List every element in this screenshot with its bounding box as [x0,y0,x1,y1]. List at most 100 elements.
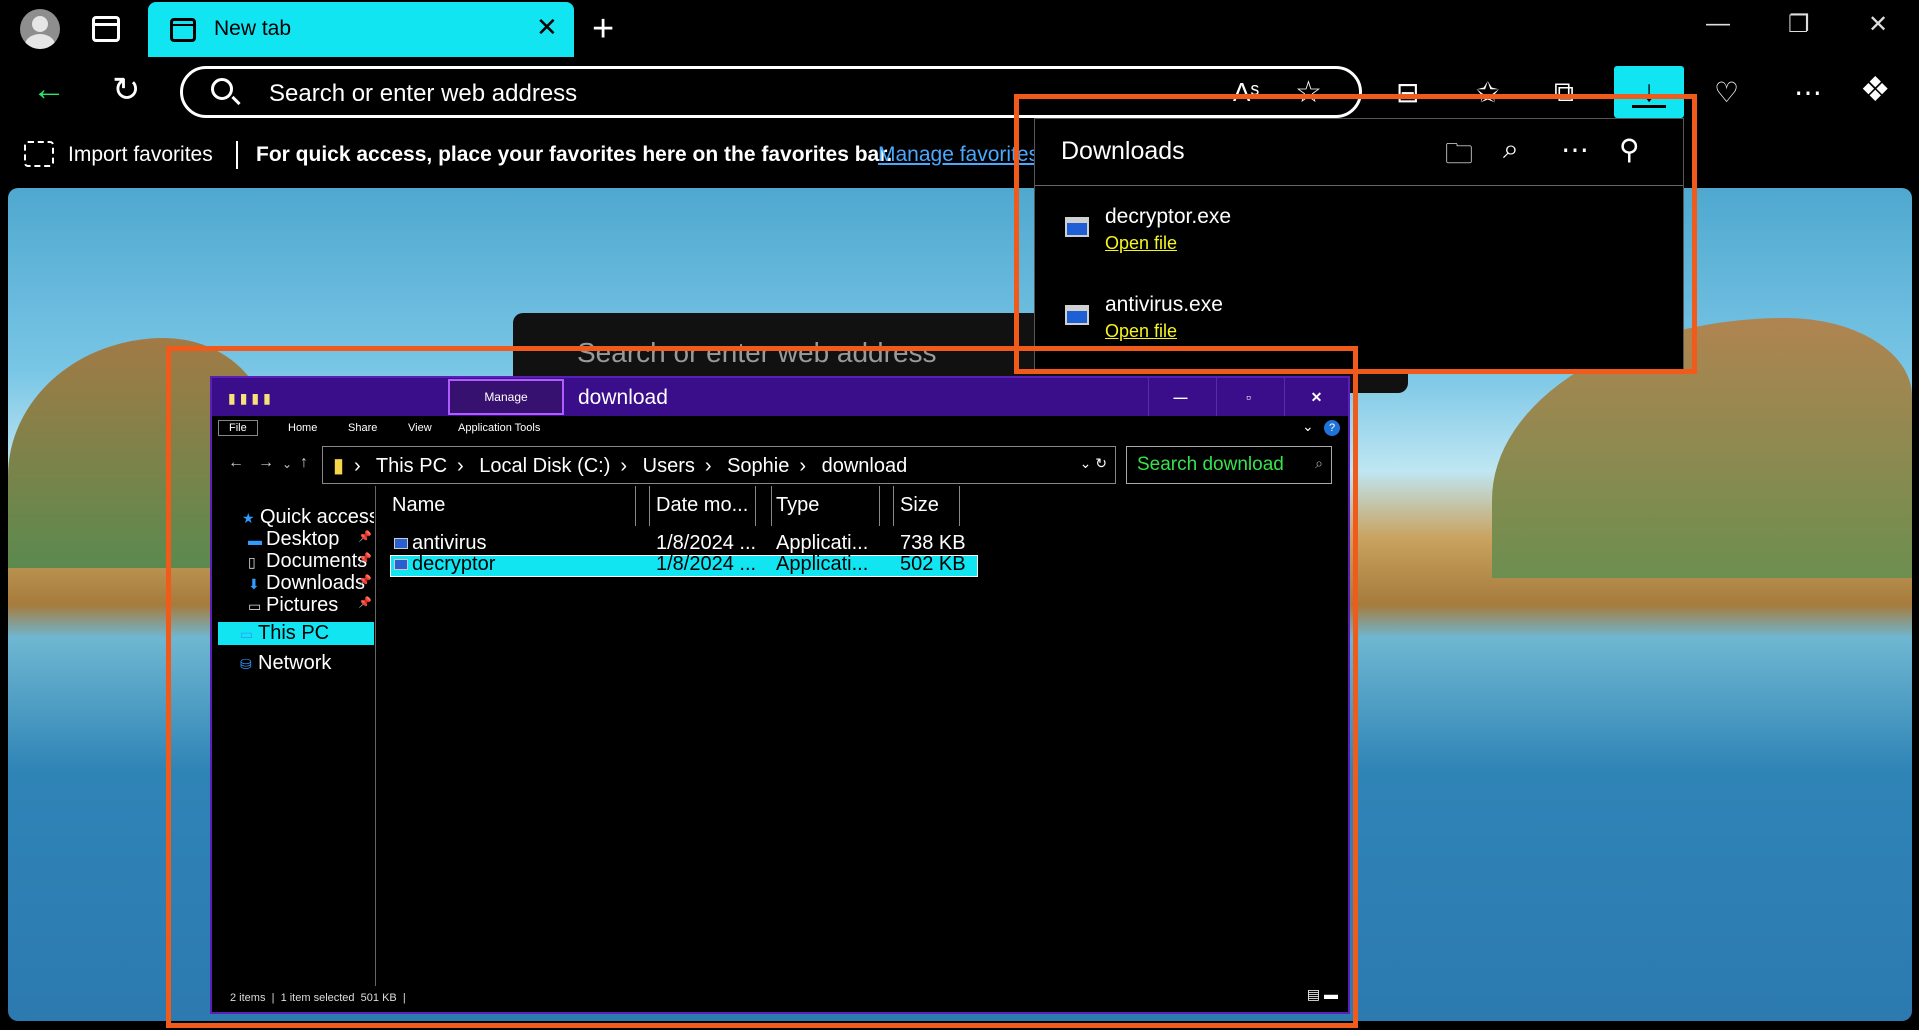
manage-contextual-tab[interactable]: Manage [448,379,564,415]
favorites-bar-message: For quick access, place your favorites h… [256,143,893,166]
breadcrumb-item[interactable]: Sophie [727,455,789,477]
ribbon-tab-application-tools[interactable]: Application Tools [458,422,540,434]
nav-documents[interactable]: ▯ Documents 📌 [248,550,374,573]
refresh-icon[interactable]: ↻ [112,70,141,110]
add-favorite-star-icon[interactable]: ☆ [1295,75,1322,110]
desktop-icon: ▬ [248,532,262,548]
downloads-title: Downloads [1061,137,1185,165]
column-header-date[interactable]: Date mo... [650,486,756,526]
more-options-icon[interactable]: ⋯ [1794,76,1822,109]
pin-icon: 📌 [358,597,372,609]
restore-icon[interactable]: ❐ [1788,10,1810,39]
favorites-icon[interactable]: ✩ [1476,76,1499,109]
file-type: Applicati... [776,553,869,575]
open-downloads-folder-icon[interactable]: 🗀 [1445,133,1473,181]
download-arrow-icon: ↓ [1641,75,1657,108]
profile-avatar-icon[interactable] [20,9,60,49]
nav-desktop[interactable]: ▬ Desktop 📌 [248,528,374,551]
breadcrumb-item[interactable]: Users [643,455,695,477]
recent-locations-icon[interactable]: ⌄ [282,457,292,471]
pictures-icon: ▭ [248,598,262,614]
import-favorites-button[interactable]: Import favorites [68,143,213,167]
open-file-link[interactable]: Open file [1105,233,1177,254]
nav-network[interactable]: ⛁ Network [240,652,374,675]
nav-this-pc[interactable]: ▭ This PC [218,622,374,645]
exe-file-icon [394,559,408,570]
quick-access-toolbar-icon[interactable]: ▮▮▮▮ [228,390,275,407]
pin-icon: 📌 [358,531,372,543]
minimize-icon[interactable]: — [1706,10,1730,38]
download-arrow-icon: ⬇ [248,576,260,592]
help-icon[interactable]: ? [1324,420,1340,436]
explorer-title-bar: ▮▮▮▮ Manage download — ▫ ✕ [212,378,1348,416]
address-bar[interactable]: Search or enter web address Aˢ ☆ [180,66,1362,118]
network-icon: ⛁ [240,656,252,672]
forward-icon[interactable]: → [258,454,274,472]
search-downloads-icon[interactable]: ⌕ [1503,133,1519,166]
tab-title: New tab [214,17,292,40]
open-file-link[interactable]: Open file [1105,321,1177,342]
ribbon-expand-chevron-icon[interactable]: ⌄ [1302,418,1314,435]
ribbon-tab-home[interactable]: Home [288,422,317,434]
split-screen-icon[interactable]: ⊟ [1396,76,1419,109]
download-item[interactable]: decryptor.exe Open file [1065,205,1625,265]
breadcrumb-item[interactable]: download [822,455,908,477]
copilot-icon[interactable]: ❖ [1860,70,1890,110]
exe-file-icon [1065,217,1089,237]
back-icon[interactable]: ← [228,454,244,472]
explorer-maximize-icon[interactable]: ▫ [1216,378,1280,416]
ntp-search-placeholder: Search or enter web address [577,337,937,368]
download-item[interactable]: antivirus.exe Open file [1065,293,1625,353]
status-bar: 2 items | 1 item selected 501 KB | [230,992,406,1004]
explorer-search-box[interactable]: Search download ⌕ [1126,446,1332,484]
file-size: 502 KB [900,553,966,575]
close-window-icon[interactable]: ✕ [1868,10,1888,39]
search-icon [211,78,233,100]
explorer-close-icon[interactable]: ✕ [1284,378,1348,416]
ribbon-tab-share[interactable]: Share [348,422,377,434]
address-dropdown-refresh-icon[interactable]: ⌄ ↻ [1080,455,1107,472]
star-icon: ★ [242,510,255,526]
downloads-button[interactable]: ↓ [1614,66,1684,118]
up-icon[interactable]: ↑ [300,454,308,472]
exe-file-icon [394,538,408,549]
ribbon-tab-file[interactable]: File [218,420,258,436]
import-favorites-icon[interactable] [24,141,54,167]
nav-downloads[interactable]: ⬇ Downloads 📌 [248,572,374,595]
ribbon-tabs: File Home Share View Application Tools ⌄… [212,416,1348,442]
explorer-window-title: download [578,386,668,409]
item-count: 2 items [230,992,266,1004]
ribbon-tab-view[interactable]: View [408,422,432,434]
back-arrow-icon[interactable]: ← [32,70,66,109]
file-date: 1/8/2024 ... [656,532,757,554]
column-header-size[interactable]: Size [894,486,960,526]
tab-new-tab[interactable]: New tab ✕ [148,2,574,57]
explorer-minimize-icon[interactable]: — [1148,378,1212,416]
view-toggle-icons[interactable]: ▤ ▬ [1307,986,1338,1003]
browser-essentials-heart-icon[interactable]: ♡ [1714,76,1739,109]
breadcrumb-item[interactable]: This PC [376,455,447,477]
downloads-more-options-icon[interactable]: ⋯ [1561,133,1589,166]
document-icon: ▯ [248,554,256,570]
pin-icon: 📌 [358,575,372,587]
breadcrumb-item[interactable]: Local Disk (C:) [479,455,610,477]
pin-flyout-icon[interactable]: ⚲ [1619,133,1640,166]
file-explorer-window: ▮▮▮▮ Manage download — ▫ ✕ File Home Sha… [210,376,1350,1014]
manage-favorites-link[interactable]: Manage favorites [878,143,1036,167]
close-tab-icon[interactable]: ✕ [536,12,558,43]
explorer-address-bar[interactable]: ▮ › This PC › Local Disk (C:) › Users › Soph… [322,446,1116,484]
read-aloud-icon[interactable]: Aˢ [1233,77,1259,108]
file-row-selected[interactable]: decryptor 1/8/2024 ... Applicati... 502 … [390,553,978,577]
navigation-row: ← → ⌄ ↑ ▮ › This PC › Local Disk (C:) › Use… [212,444,1348,484]
downloads-flyout: Downloads 🗀 ⌕ ⋯ ⚲ decryptor.exe Open fil… [1034,118,1684,370]
nav-quick-access[interactable]: ★ Quick access [242,506,374,529]
file-type: Applicati... [776,532,869,554]
tab-actions-icon[interactable] [92,16,120,42]
file-name: antivirus [412,532,487,554]
nav-pictures[interactable]: ▭ Pictures 📌 [248,594,374,617]
new-tab-button[interactable]: + [592,8,614,51]
column-header-type[interactable]: Type [772,486,880,526]
collections-icon[interactable]: ⧉ [1554,76,1574,109]
file-size: 738 KB [900,532,966,554]
column-header-name[interactable]: Name [378,486,636,526]
